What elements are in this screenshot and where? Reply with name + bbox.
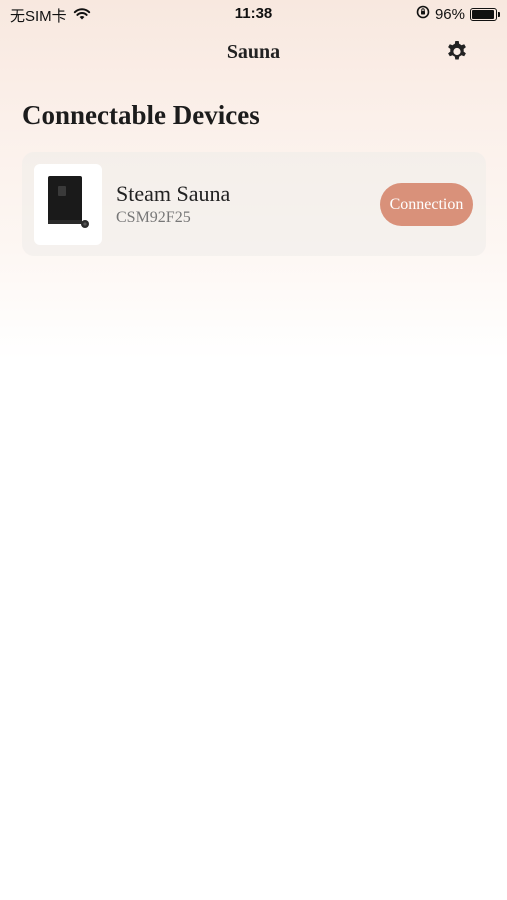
status-bar: 无SIM卡 11:38 96%	[0, 0, 507, 30]
sauna-device-icon	[44, 172, 92, 237]
gear-icon	[445, 39, 469, 68]
settings-button[interactable]	[443, 39, 471, 67]
page-title: Sauna	[226, 41, 281, 63]
device-thumbnail	[34, 164, 102, 245]
orientation-lock-icon	[416, 5, 430, 23]
nav-bar: Sauna	[0, 30, 507, 76]
device-id: CSM92F25	[116, 209, 191, 226]
device-card[interactable]: Steam Sauna CSM92F25 Connection	[22, 152, 486, 256]
section-title: Connectable Devices	[22, 100, 260, 130]
device-name: Steam Sauna	[116, 181, 231, 206]
status-right: 96%	[416, 5, 500, 23]
connection-button[interactable]: Connection	[380, 183, 473, 226]
battery-icon	[470, 7, 500, 21]
battery-percent: 96%	[434, 5, 465, 23]
battery-fill	[472, 9, 495, 19]
